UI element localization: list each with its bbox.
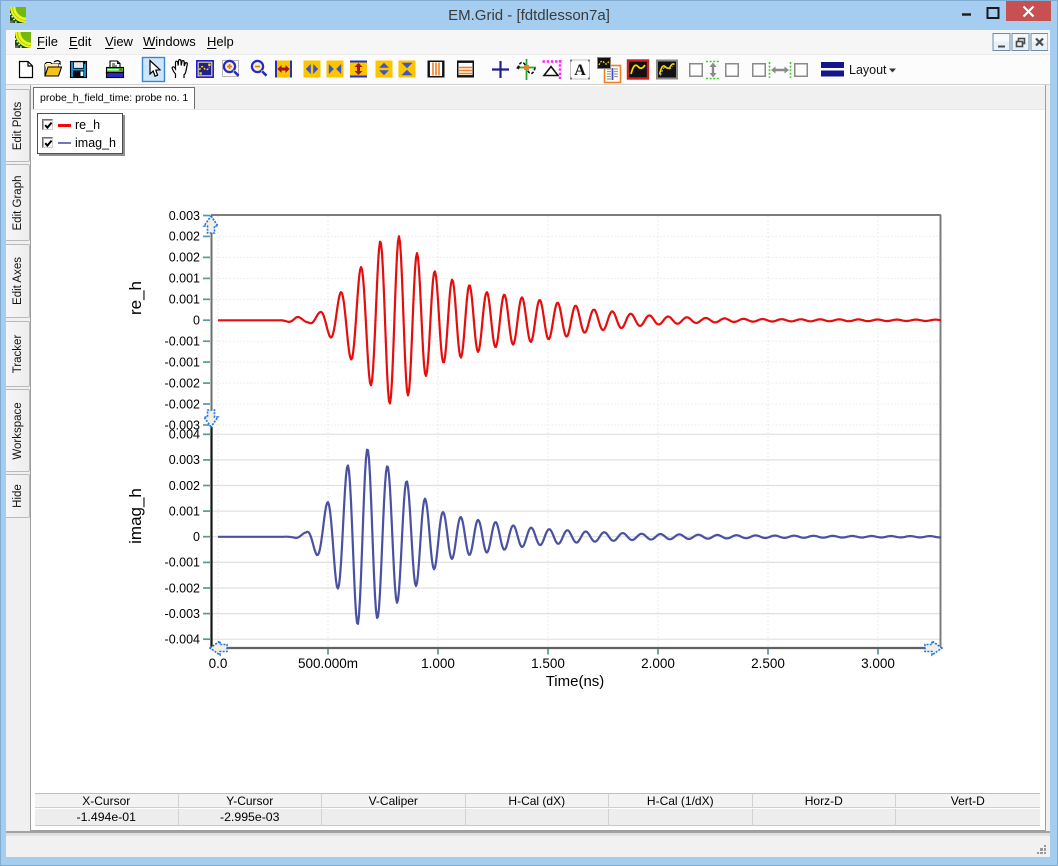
svg-text:0.0: 0.0	[209, 656, 228, 671]
svg-text:0.001: 0.001	[169, 272, 200, 286]
svg-text:Layout: Layout	[849, 63, 887, 77]
svg-text:2.500: 2.500	[751, 656, 785, 671]
svg-text:0.003: 0.003	[169, 453, 200, 467]
svg-text:-0.001: -0.001	[165, 556, 200, 570]
svg-text:-0.001: -0.001	[165, 335, 200, 349]
svg-text:0.003: 0.003	[169, 209, 200, 223]
svg-text:2.000: 2.000	[641, 656, 675, 671]
svg-text:0.002: 0.002	[169, 230, 200, 244]
svg-text:-0.003: -0.003	[165, 607, 200, 621]
svg-text:-0.002: -0.002	[165, 581, 200, 595]
svg-text:-0.004: -0.004	[165, 633, 200, 647]
svg-text:0: 0	[193, 530, 200, 544]
svg-text:1.500: 1.500	[531, 656, 565, 671]
svg-text:re_h: re_h	[126, 281, 145, 315]
svg-text:-0.001: -0.001	[165, 355, 200, 369]
svg-text:1.000: 1.000	[421, 656, 455, 671]
svg-text:3.000: 3.000	[861, 656, 895, 671]
svg-text:-0.002: -0.002	[165, 397, 200, 411]
svg-text:A: A	[574, 62, 586, 79]
svg-text:Time(ns): Time(ns)	[546, 673, 605, 690]
svg-text:-0.002: -0.002	[165, 376, 200, 390]
svg-text:0.001: 0.001	[169, 293, 200, 307]
svg-text:0.002: 0.002	[169, 251, 200, 265]
svg-text:0.001: 0.001	[169, 504, 200, 518]
svg-text:imag_h: imag_h	[126, 488, 145, 544]
svg-text:0.002: 0.002	[169, 479, 200, 493]
svg-text:500.000m: 500.000m	[298, 656, 358, 671]
svg-text:0: 0	[193, 314, 200, 328]
svg-text:0.004: 0.004	[169, 428, 200, 442]
